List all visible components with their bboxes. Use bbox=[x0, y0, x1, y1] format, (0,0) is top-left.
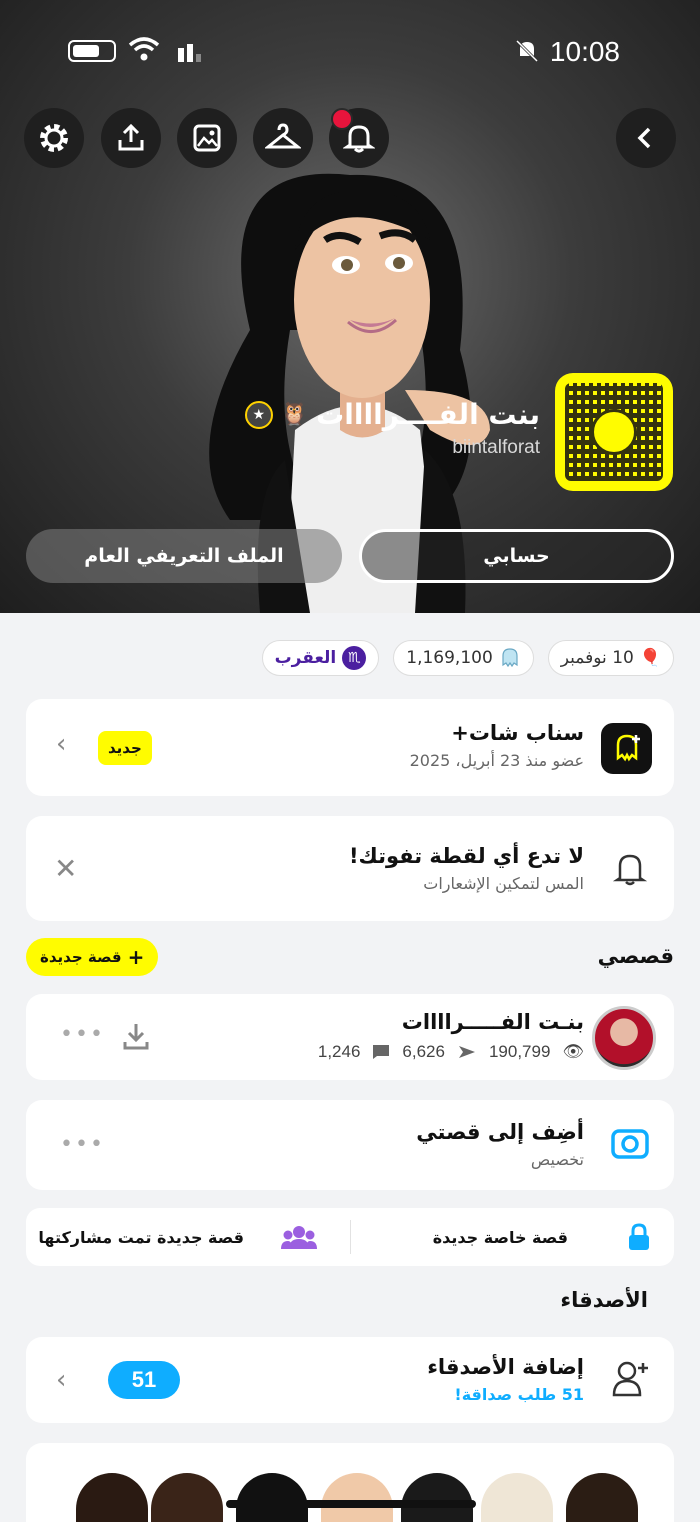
lock-icon bbox=[629, 1223, 649, 1250]
back-button[interactable] bbox=[616, 108, 676, 168]
story-thumbnail[interactable] bbox=[592, 1006, 656, 1070]
new-shared-story-button[interactable]: قصة جديدة تمت مشاركتها bbox=[38, 1208, 318, 1266]
notification-dot bbox=[331, 108, 353, 130]
friend-bitmoji bbox=[76, 1473, 148, 1522]
enable-notifications-card[interactable]: لا تدع أي لقطة تفوتك! المس لتمكين الإشعا… bbox=[26, 816, 674, 921]
plus-icon: + bbox=[127, 945, 145, 969]
status-bar: 10:08 bbox=[0, 28, 700, 72]
snap-score-text: 1,169,100 bbox=[406, 648, 493, 668]
friends-bitmoji-strip[interactable] bbox=[26, 1443, 674, 1522]
username: biintalforat bbox=[452, 437, 540, 458]
member-since: عضو منذ 23 أبريل، 2025 bbox=[409, 751, 584, 770]
silent-bell-icon bbox=[515, 39, 539, 63]
public-profile-button[interactable]: الملف التعريفي العام bbox=[26, 529, 342, 583]
clock: 10:08 bbox=[549, 36, 620, 67]
profile-identity: ★ 🦉 بنت الفــــراااات biintalforat bbox=[244, 398, 540, 459]
home-indicator bbox=[226, 1500, 476, 1508]
profile-header: 10:08 ★ 🦉 بنت الفــــراااات biintalforat… bbox=[0, 0, 700, 613]
chevron-left-icon: ‹ bbox=[56, 1365, 67, 1395]
chevron-left-icon bbox=[637, 127, 651, 149]
replies-count: 1,246 bbox=[317, 1042, 361, 1061]
eye-icon: 👁 bbox=[562, 1042, 584, 1061]
snapchat-plus-icon bbox=[601, 723, 652, 774]
zodiac-pill[interactable]: ♏ العقرب bbox=[261, 640, 380, 676]
snap-score-pill[interactable]: 1,169,100 bbox=[393, 640, 534, 676]
new-story-button[interactable]: + قصة جديدة bbox=[26, 938, 159, 976]
profile-pills: 🎈 10 نوفمبر 1,169,100 ♏ العقرب bbox=[261, 640, 674, 676]
upload-icon bbox=[118, 123, 144, 151]
download-icon[interactable] bbox=[120, 1020, 152, 1052]
star-icon: ★ bbox=[244, 400, 273, 429]
friend-bitmoji bbox=[321, 1473, 393, 1522]
add-friends-card[interactable]: إضافة الأصدقاء 51 طلب صداقة! 51 ‹ bbox=[26, 1337, 674, 1423]
new-badge: جديد bbox=[98, 731, 152, 765]
wifi-icon bbox=[128, 37, 160, 61]
notifications-subtitle: المس لتمكين الإشعارات bbox=[423, 874, 584, 893]
group-icon bbox=[281, 1226, 317, 1249]
share-button[interactable] bbox=[101, 108, 161, 168]
shared-story-label: قصة جديدة تمت مشاركتها bbox=[38, 1227, 244, 1247]
friend-request-count-badge: 51 bbox=[108, 1361, 180, 1399]
friend-requests-text: 51 طلب صداقة! bbox=[454, 1385, 584, 1404]
screenshots-count: 6,626 bbox=[402, 1042, 445, 1061]
story-stats: 👁 190,799 6,626 1,246 bbox=[318, 1042, 584, 1062]
bell-icon bbox=[612, 854, 648, 886]
more-options-icon[interactable]: ••• bbox=[60, 1132, 105, 1157]
birthday-pill[interactable]: 🎈 10 نوفمبر bbox=[547, 640, 674, 676]
snapcode-bitmoji bbox=[591, 409, 637, 455]
birthday-text: 10 نوفمبر bbox=[560, 648, 634, 668]
new-story-label: قصة جديدة bbox=[40, 948, 122, 966]
battery-icon bbox=[68, 40, 116, 62]
more-options-icon[interactable]: ••• bbox=[60, 1022, 105, 1047]
snapchat-plus-title: سناب شات+ bbox=[451, 721, 584, 745]
chevron-left-icon: ‹ bbox=[56, 729, 67, 759]
screenshot-icon bbox=[458, 1046, 475, 1058]
friend-bitmoji bbox=[151, 1473, 223, 1522]
owl-icon: 🦉 bbox=[280, 402, 309, 427]
customize-label: تخصيص bbox=[530, 1150, 584, 1169]
settings-button[interactable] bbox=[24, 108, 84, 168]
friends-section-title: الأصدقاء bbox=[560, 1288, 648, 1312]
chat-icon bbox=[373, 1045, 390, 1059]
zodiac-text: العقرب bbox=[274, 648, 337, 668]
divider bbox=[350, 1220, 351, 1254]
new-private-story-button[interactable]: قصة خاصة جديدة bbox=[433, 1208, 652, 1266]
add-friends-title: إضافة الأصدقاء bbox=[427, 1355, 584, 1379]
story-options-row: قصة خاصة جديدة قصة جديدة تمت مشاركتها bbox=[26, 1208, 674, 1266]
add-friend-icon bbox=[612, 1361, 648, 1397]
camera-icon bbox=[611, 1129, 649, 1159]
snapchat-plus-card[interactable]: سناب شات+ عضو منذ 23 أبريل، 2025 جديد ‹ bbox=[26, 699, 674, 796]
my-story-name: بنـت الفـــــراااات bbox=[401, 1010, 584, 1034]
ghost-score-icon bbox=[502, 648, 518, 668]
add-to-story-card[interactable]: أضِف إلى قصتي تخصيص ••• bbox=[26, 1100, 674, 1190]
notifications-title: لا تدع أي لقطة تفوتك! bbox=[348, 844, 584, 868]
signal-icon bbox=[178, 44, 201, 62]
my-story-card[interactable]: بنـت الفـــــراااات 👁 190,799 6,626 1,24… bbox=[26, 994, 674, 1080]
friend-bitmoji bbox=[401, 1473, 473, 1522]
scorpio-icon: ♏ bbox=[342, 646, 367, 670]
views-count: 190,799 bbox=[488, 1042, 551, 1061]
add-to-story-title: أضِف إلى قصتي bbox=[416, 1120, 584, 1144]
private-story-label: قصة خاصة جديدة bbox=[432, 1227, 568, 1247]
gear-icon bbox=[40, 124, 68, 152]
dismiss-button[interactable]: ✕ bbox=[54, 852, 77, 885]
snapcode[interactable] bbox=[555, 373, 673, 491]
friend-bitmoji bbox=[481, 1473, 553, 1522]
display-name: بنت الفــــراااات bbox=[316, 398, 540, 431]
stories-section-title: قصصي bbox=[597, 944, 674, 968]
my-account-button[interactable]: حسابي bbox=[359, 529, 674, 583]
balloon-icon: 🎈 bbox=[639, 648, 661, 668]
friend-bitmoji bbox=[566, 1473, 638, 1522]
friend-bitmoji bbox=[236, 1473, 308, 1522]
